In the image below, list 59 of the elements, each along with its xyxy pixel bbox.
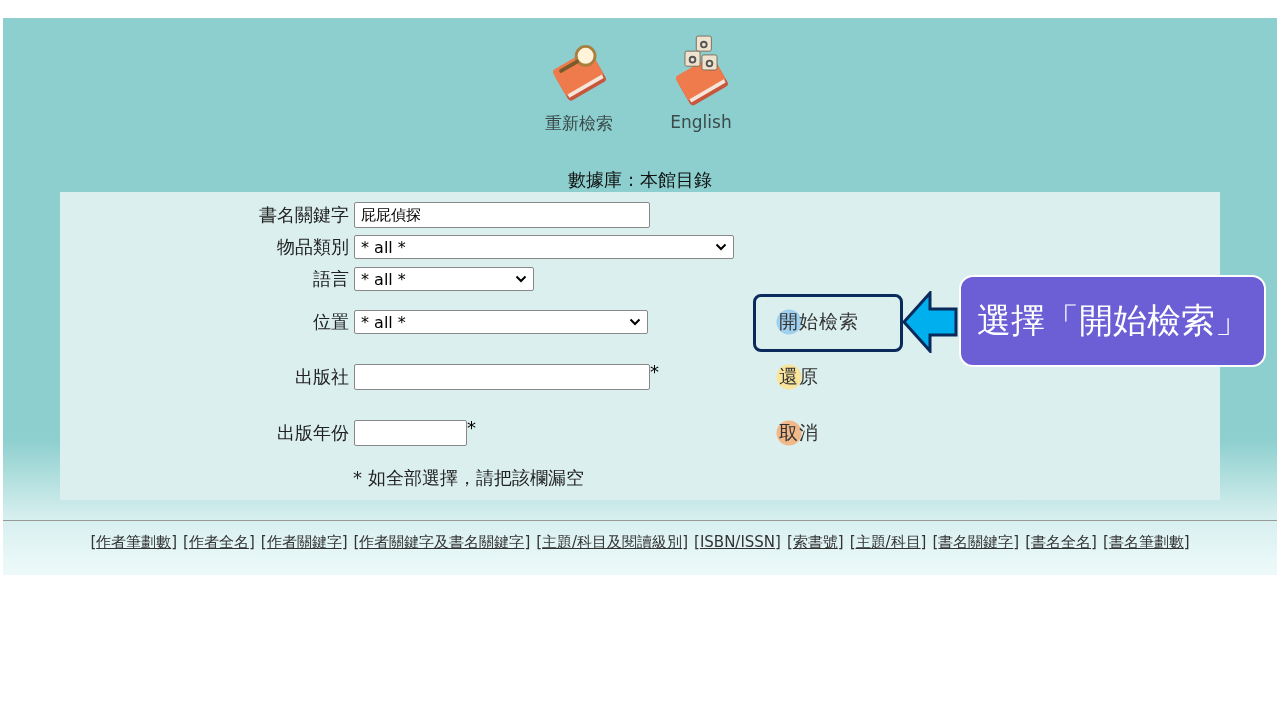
bracket: ] bbox=[1183, 533, 1190, 551]
bracket: ] bbox=[524, 533, 531, 551]
bracket: ] bbox=[171, 533, 178, 551]
footer-link[interactable]: 主題/科目 bbox=[855, 533, 921, 551]
footer-link[interactable]: 作者全名 bbox=[188, 533, 249, 551]
bracket: ] bbox=[837, 533, 844, 551]
chevron-down-icon[interactable] bbox=[715, 243, 727, 251]
bracket: [ bbox=[260, 533, 267, 551]
bracket: ] bbox=[775, 533, 781, 551]
text-field[interactable] bbox=[354, 420, 467, 446]
dropdown[interactable]: * all * bbox=[354, 235, 734, 259]
bracket: [ bbox=[353, 533, 360, 551]
arrow bbox=[902, 291, 958, 353]
footer-link[interactable]: 書名全名 bbox=[1031, 533, 1092, 551]
image-button[interactable]: 取消 bbox=[776, 418, 819, 448]
hint-text: * 如全部選擇，請把該欄漏空 bbox=[353, 466, 585, 490]
dropdown[interactable]: * all * bbox=[354, 267, 534, 291]
image-button[interactable]: 還原 bbox=[776, 362, 819, 392]
footer-link[interactable]: ISBN/ISSN bbox=[699, 533, 776, 551]
field-label: 書名關鍵字 bbox=[259, 203, 350, 227]
required-mark: * bbox=[467, 417, 476, 438]
dropdown[interactable]: * all * bbox=[354, 310, 648, 334]
bracket: ] bbox=[341, 533, 348, 551]
footer-link[interactable]: 索書號 bbox=[792, 533, 838, 551]
field-label: 語言 bbox=[313, 267, 350, 291]
bracket: [ bbox=[1025, 533, 1032, 551]
bracket: [ bbox=[849, 533, 856, 551]
bracket: ] bbox=[920, 533, 927, 551]
field-label: 物品類別 bbox=[277, 235, 350, 259]
required-mark: * bbox=[650, 361, 659, 382]
footer-link[interactable]: 書名關鍵字 bbox=[938, 533, 1014, 551]
field-label: 出版年份 bbox=[277, 421, 350, 445]
footer-link[interactable]: 書名筆劃數 bbox=[1108, 533, 1184, 551]
bracket: [ bbox=[694, 533, 700, 551]
footer-link[interactable]: 作者關鍵字 bbox=[266, 533, 342, 551]
bracket: [ bbox=[786, 533, 793, 551]
field-label: 位置 bbox=[313, 310, 350, 334]
bracket: [ bbox=[932, 533, 939, 551]
bracket: ] bbox=[682, 533, 689, 551]
bracket: [ bbox=[90, 533, 97, 551]
bracket: [ bbox=[183, 533, 189, 551]
chevron-down-icon[interactable] bbox=[515, 275, 527, 283]
bracket: ] bbox=[1013, 533, 1020, 551]
footer-link[interactable]: 作者筆劃數 bbox=[96, 533, 172, 551]
bracket: [ bbox=[1102, 533, 1109, 551]
bracket: ] bbox=[1091, 533, 1097, 551]
chevron-down-icon[interactable] bbox=[629, 318, 641, 326]
bracket: [ bbox=[536, 533, 543, 551]
toolbar-link[interactable]: 重新檢索 bbox=[545, 112, 613, 135]
field-label: 出版社 bbox=[295, 365, 350, 389]
text-field[interactable]: 屁屁偵探 bbox=[354, 202, 650, 228]
database-title: 數據庫 : 本館目錄 bbox=[568, 168, 712, 192]
image-button[interactable]: 開始檢索 bbox=[776, 307, 859, 337]
callout: 選擇「開始檢索」 bbox=[959, 275, 1266, 367]
footer-link[interactable]: 主題/科目及閱讀級別 bbox=[542, 533, 683, 551]
footer-link[interactable]: 作者關鍵字及書名關鍵字 bbox=[359, 533, 525, 551]
toolbar-link[interactable]: English bbox=[670, 112, 732, 132]
text-field[interactable] bbox=[354, 364, 650, 390]
bracket: ] bbox=[248, 533, 255, 551]
